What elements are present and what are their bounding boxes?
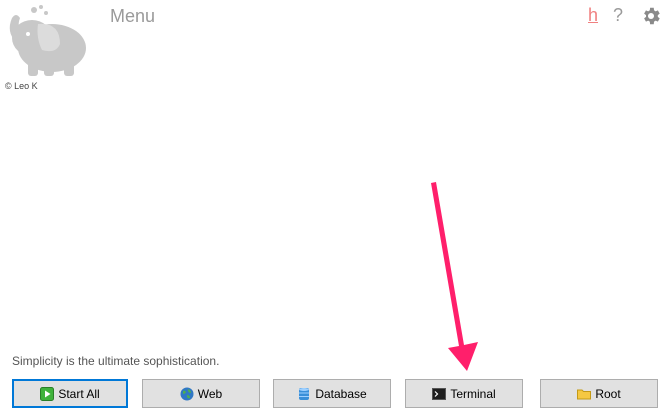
folder-icon xyxy=(577,389,592,399)
globe-icon xyxy=(180,387,194,400)
h-link[interactable]: h xyxy=(588,5,598,26)
database-icon xyxy=(299,387,310,400)
web-label: Web xyxy=(197,386,223,401)
copyright-text: © Leo K xyxy=(5,81,38,91)
tagline-text: Simplicity is the ultimate sophisticatio… xyxy=(12,354,220,368)
play-icon xyxy=(40,386,55,401)
start-all-button[interactable]: Start All xyxy=(12,379,128,408)
elephant-logo-icon xyxy=(9,5,86,76)
gear-icon[interactable] xyxy=(640,5,662,27)
terminal-icon xyxy=(432,387,447,400)
web-button[interactable]: Web xyxy=(142,379,260,408)
menu-title[interactable]: Menu xyxy=(110,6,155,27)
terminal-button[interactable]: Terminal xyxy=(405,379,523,408)
root-button[interactable]: Root xyxy=(540,379,658,408)
app-window: © Leo K Menu h ? Simplicity is the ultim… xyxy=(0,0,666,417)
database-label: Database xyxy=(315,386,367,401)
root-label: Root xyxy=(595,386,621,401)
terminal-label: Terminal xyxy=(450,386,496,401)
help-icon[interactable]: ? xyxy=(613,5,623,26)
database-button[interactable]: Database xyxy=(273,379,391,408)
start-all-label: Start All xyxy=(58,386,100,401)
